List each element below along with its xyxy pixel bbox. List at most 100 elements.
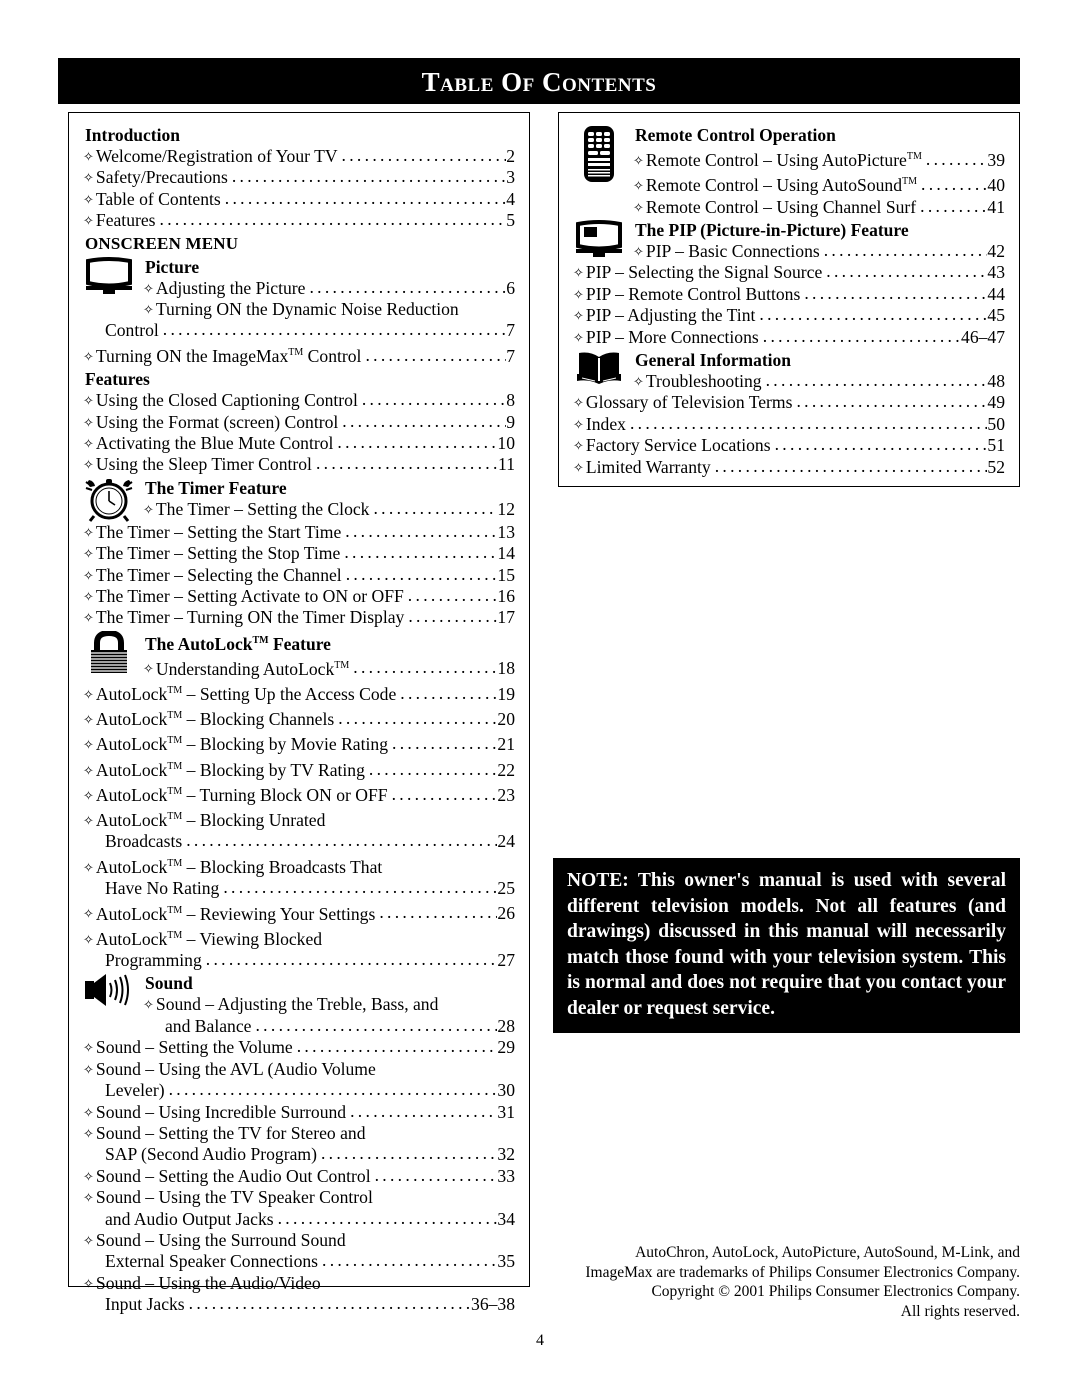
toc-entry[interactable]: ✧ Remote Control – Using AutoSoundTM.....… xyxy=(633,171,1005,196)
toc-dot-leader: ........................................… xyxy=(350,1101,498,1121)
toc-entry[interactable]: ✧ The Timer – Setting Activate to ON or O… xyxy=(83,586,515,607)
toc-entry[interactable]: External Speaker Connections............… xyxy=(83,1251,515,1272)
toc-entry[interactable]: Have No Rating..........................… xyxy=(83,878,515,899)
toc-entry[interactable]: ✧ Features...............................… xyxy=(83,210,515,231)
toc-entry-page: 46–47 xyxy=(961,326,1005,347)
toc-entry[interactable]: Control.................................… xyxy=(83,320,515,341)
toc-entry[interactable]: SAP (Second Audio Program)..............… xyxy=(83,1144,515,1165)
toc-dot-leader: ........................................… xyxy=(341,146,507,165)
toc-dot-leader: ........................................… xyxy=(374,1165,498,1185)
toc-entry[interactable]: ✧ Using the Closed Captioning Control....… xyxy=(83,390,515,411)
toc-entry-label: Table of Contents xyxy=(95,188,221,209)
toc-entry[interactable]: ✧ Using the Sleep Timer Control..........… xyxy=(83,454,515,475)
toc-dot-leader: ........................................… xyxy=(714,456,988,476)
toc-entry[interactable]: ✧ Turning ON the ImageMaxTM Control......… xyxy=(83,342,515,367)
toc-entry[interactable]: ✧ The Timer – Selecting the Channel......… xyxy=(83,565,515,586)
toc-entry[interactable]: ✧ Activating the Blue Mute Control.......… xyxy=(83,433,515,454)
toc-entry[interactable]: ✧ Glossary of Television Terms...........… xyxy=(573,392,1005,413)
toc-entry-label: PIP – Remote Control Buttons xyxy=(585,283,801,304)
diamond-bullet-icon: ✧ xyxy=(83,213,94,229)
diamond-bullet-icon: ✧ xyxy=(633,199,644,215)
toc-entry[interactable]: ✧ Sound – Adjusting the Treble, Bass, and xyxy=(143,994,515,1015)
toc-entry[interactable]: ✧ Welcome/Registration of Your TV........… xyxy=(83,146,515,167)
toc-dot-leader: ........................................… xyxy=(379,902,497,923)
toc-entry[interactable]: ✧ AutoLockTM – Blocking by TV Rating.....… xyxy=(83,756,515,781)
toc-entry[interactable]: Input Jacks.............................… xyxy=(83,1294,515,1315)
toc-entry[interactable]: ✧ Table of Contents......................… xyxy=(83,189,515,210)
trademark-mark: TM xyxy=(902,176,918,188)
toc-entry-label: AutoLockTM – Blocking by Movie Rating xyxy=(95,734,388,755)
toc-dot-leader: ........................................… xyxy=(796,392,988,412)
toc-entry[interactable]: ✧ Sound – Setting the TV for Stereo and xyxy=(83,1123,515,1144)
toc-entry[interactable]: ✧ Sound – Using the AVL (Audio Volume xyxy=(83,1059,515,1080)
toc-entry-label: Sound – Setting the Audio Out Control xyxy=(95,1165,371,1186)
toc-entry[interactable]: ✧ Sound – Setting the Volume.............… xyxy=(83,1037,515,1058)
toc-entry[interactable]: ✧ Turning ON the Dynamic Noise Reduction xyxy=(143,299,515,320)
toc-entry[interactable]: ✧ Remote Control – Using Channel Surf....… xyxy=(633,197,1005,218)
toc-entry[interactable]: ✧ Sound – Using the Surround Sound xyxy=(83,1230,515,1251)
toc-entry[interactable]: ✧ Sound – Setting the Audio Out Control..… xyxy=(83,1166,515,1187)
toc-entry[interactable]: ✧ Understanding AutoLockTM...............… xyxy=(143,655,515,680)
toc-entry[interactable]: Programming.............................… xyxy=(83,950,515,971)
toc-dot-leader: ........................................… xyxy=(205,950,498,970)
toc-entry[interactable]: ✧ The Timer – Setting the Clock..........… xyxy=(143,499,515,520)
diamond-bullet-icon: ✧ xyxy=(83,1061,94,1077)
toc-entry[interactable]: ✧ AutoLockTM – Setting Up the Access Code… xyxy=(83,680,515,705)
toc-section-heading: The Timer Feature xyxy=(145,477,287,498)
toc-right-column: Remote Control Operation ✧ Remote Control … xyxy=(550,112,1020,495)
toc-dot-leader: ........................................… xyxy=(353,657,498,678)
diamond-bullet-icon: ✧ xyxy=(573,416,584,432)
diamond-bullet-icon: ✧ xyxy=(573,459,584,475)
toc-entry[interactable]: ✧ Adjusting the Picture..................… xyxy=(143,278,515,299)
toc-entry-label: AutoLockTM – Blocking by TV Rating xyxy=(95,759,365,780)
toc-section-heading: Picture xyxy=(145,256,200,277)
toc-entry[interactable]: ✧ Using the Format (screen) Control......… xyxy=(83,412,515,433)
toc-entry-page: 27 xyxy=(497,950,515,971)
toc-entry-page: 35 xyxy=(497,1251,515,1272)
diamond-bullet-icon: ✧ xyxy=(83,1168,94,1184)
toc-entry-label: Remote Control – Using AutoSoundTM xyxy=(645,175,918,196)
toc-entry[interactable]: ✧ Safety/Precautions.....................… xyxy=(83,167,515,188)
toc-entry[interactable]: ✧ Sound – Using Incredible Surround......… xyxy=(83,1102,515,1123)
toc-entry[interactable]: ✧ Limited Warranty.......................… xyxy=(573,457,1005,478)
toc-entry-label: AutoLockTM – Viewing Blocked xyxy=(95,928,323,949)
toc-entry-label: Safety/Precautions xyxy=(95,167,228,188)
toc-entry[interactable]: ✧ Sound – Using the Audio/Video xyxy=(83,1273,515,1294)
toc-entry[interactable]: ✧ The Timer – Turning ON the Timer Displa… xyxy=(83,607,515,628)
toc-entry-label: PIP – Selecting the Signal Source xyxy=(585,262,823,283)
toc-entry-label: Sound – Setting the TV for Stereo and xyxy=(95,1122,366,1143)
toc-dot-leader: ........................................… xyxy=(373,498,497,518)
toc-dot-leader: ........................................… xyxy=(296,1037,498,1057)
toc-entry[interactable]: ✧ AutoLockTM – Blocking Channels.........… xyxy=(83,705,515,730)
toc-section-body: Picture ✧ Adjusting the Picture...........… xyxy=(143,255,515,321)
toc-entry[interactable]: ✧ PIP – Remote Control Buttons...........… xyxy=(573,284,1005,305)
toc-entry[interactable]: ✧ AutoLockTM – Blocking Unrated xyxy=(83,806,515,831)
toc-entry[interactable]: ✧ Factory Service Locations..............… xyxy=(573,435,1005,456)
toc-entry[interactable]: ✧ The Timer – Setting the Stop Time......… xyxy=(83,543,515,564)
toc-entry-page: 30 xyxy=(497,1080,515,1101)
toc-entry[interactable]: ✧ PIP – Selecting the Signal Source......… xyxy=(573,262,1005,283)
toc-entry-page: 24 xyxy=(497,831,515,852)
toc-section-heading: The PIP (Picture-in-Picture) Feature xyxy=(635,219,909,240)
toc-entry[interactable]: ✧ AutoLockTM – Turning Block ON or OFF...… xyxy=(83,781,515,806)
toc-entry[interactable]: ✧ AutoLockTM – Reviewing Your Settings...… xyxy=(83,900,515,925)
toc-entry[interactable]: and Balance.............................… xyxy=(143,1016,515,1037)
toc-entry[interactable]: ✧ PIP – Adjusting the Tint...............… xyxy=(573,305,1005,326)
toc-entry[interactable]: ✧ Sound – Using the TV Speaker Control xyxy=(83,1187,515,1208)
toc-entry-label: Troubleshooting xyxy=(645,370,762,391)
toc-entry-label: External Speaker Connections xyxy=(105,1251,319,1272)
toc-entry[interactable]: ✧ AutoLockTM – Blocking Broadcasts That xyxy=(83,853,515,878)
toc-entry[interactable]: ✧ Troubleshooting........................… xyxy=(633,371,1005,392)
toc-entry[interactable]: ✧ PIP – Basic Connections................… xyxy=(633,241,1005,262)
toc-entry[interactable]: ✧ AutoLockTM – Viewing Blocked xyxy=(83,925,515,950)
toc-entry[interactable]: ✧ Remote Control – Using AutoPictureTM...… xyxy=(633,146,1005,171)
page-title-banner: Table of Contents xyxy=(58,58,1020,104)
toc-dot-leader: ........................................… xyxy=(920,196,987,216)
toc-entry[interactable]: and Audio Output Jacks..................… xyxy=(83,1209,515,1230)
toc-entry[interactable]: ✧ Index..................................… xyxy=(573,414,1005,435)
toc-entry[interactable]: ✧ AutoLockTM – Blocking by Movie Rating..… xyxy=(83,730,515,755)
toc-entry[interactable]: Broadcasts..............................… xyxy=(83,831,515,852)
toc-entry[interactable]: Leveler)................................… xyxy=(83,1080,515,1101)
toc-entry[interactable]: ✧ PIP – More Connections.................… xyxy=(573,327,1005,348)
toc-entry[interactable]: ✧ The Timer – Setting the Start Time.....… xyxy=(83,522,515,543)
